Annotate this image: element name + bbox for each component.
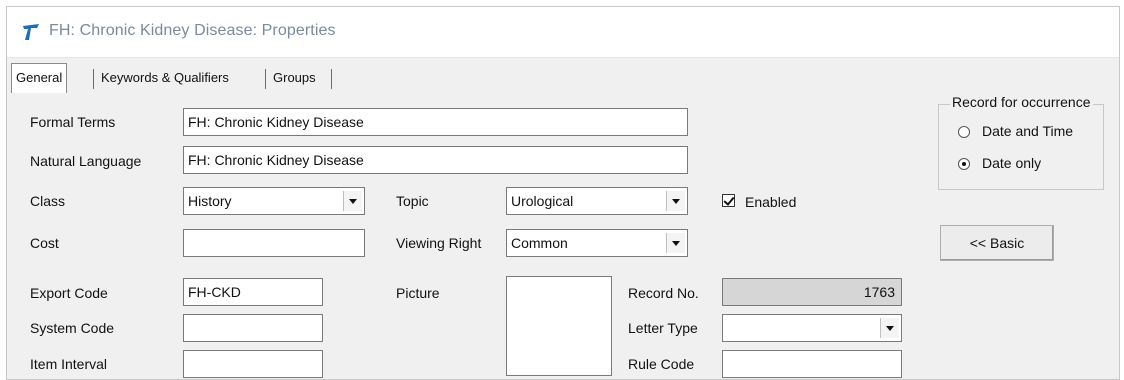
cost-label: Cost <box>30 235 59 251</box>
chevron-down-icon[interactable] <box>666 191 685 211</box>
app-logo-icon <box>23 24 39 40</box>
item-interval-label: Item Interval <box>30 356 108 372</box>
system-code-label: System Code <box>30 320 115 336</box>
date-and-time-label[interactable]: Date and Time <box>982 123 1073 139</box>
date-and-time-radio[interactable] <box>958 126 970 138</box>
viewing-right-label: Viewing Right <box>396 235 482 251</box>
record-occurrence-group <box>938 104 1104 190</box>
date-only-radio[interactable] <box>958 158 970 170</box>
title-bar: FH: Chronic Kidney Disease: Properties <box>7 7 1119 58</box>
natural-language-input[interactable]: FH: Chronic Kidney Disease <box>183 146 688 174</box>
formal-terms-label: Formal Terms <box>30 114 116 130</box>
tab-separator <box>93 69 94 89</box>
export-code-input[interactable]: FH-CKD <box>183 278 323 306</box>
checkmark-icon <box>723 194 735 206</box>
radio-selected-dot <box>962 162 966 166</box>
picture-box[interactable] <box>506 276 612 376</box>
chevron-down-icon[interactable] <box>343 191 362 211</box>
picture-label: Picture <box>396 285 440 301</box>
tab-separator <box>331 69 332 89</box>
cost-input[interactable] <box>183 229 365 257</box>
letter-type-dropdown[interactable] <box>722 314 902 342</box>
chevron-down-icon[interactable] <box>880 318 899 338</box>
record-occurrence-title: Record for occurrence <box>950 94 1093 110</box>
class-label: Class <box>30 193 66 209</box>
record-no-field: 1763 <box>722 278 902 306</box>
topic-dropdown[interactable]: Urological <box>506 187 688 215</box>
tab-strip: General Keywords & Qualifiers Groups <box>7 61 1119 93</box>
window-title: FH: Chronic Kidney Disease: Properties <box>49 22 336 39</box>
rule-code-input[interactable] <box>722 350 902 378</box>
class-dropdown[interactable]: History <box>183 187 365 215</box>
natural-language-label: Natural Language <box>30 153 142 169</box>
viewing-right-value: Common <box>511 235 568 251</box>
export-code-label: Export Code <box>30 285 108 301</box>
tab-keywords-qualifiers[interactable]: Keywords & Qualifiers <box>97 65 233 91</box>
enabled-checkbox[interactable] <box>722 194 735 207</box>
topic-label: Topic <box>396 193 429 209</box>
system-code-input[interactable] <box>183 314 323 342</box>
tab-groups[interactable]: Groups <box>269 65 320 91</box>
letter-type-label: Letter Type <box>628 320 698 336</box>
basic-button[interactable]: << Basic <box>940 225 1054 261</box>
date-only-label[interactable]: Date only <box>982 155 1041 171</box>
tab-separator <box>265 69 266 89</box>
enabled-label: Enabled <box>745 194 797 210</box>
class-value: History <box>188 193 232 209</box>
viewing-right-dropdown[interactable]: Common <box>506 229 688 257</box>
tab-general[interactable]: General <box>11 63 68 93</box>
formal-terms-input[interactable]: FH: Chronic Kidney Disease <box>183 108 688 136</box>
topic-value: Urological <box>511 193 574 209</box>
rule-code-label: Rule Code <box>628 356 695 372</box>
item-interval-input[interactable] <box>183 350 323 378</box>
record-no-label: Record No. <box>628 285 699 301</box>
chevron-down-icon[interactable] <box>666 233 685 253</box>
